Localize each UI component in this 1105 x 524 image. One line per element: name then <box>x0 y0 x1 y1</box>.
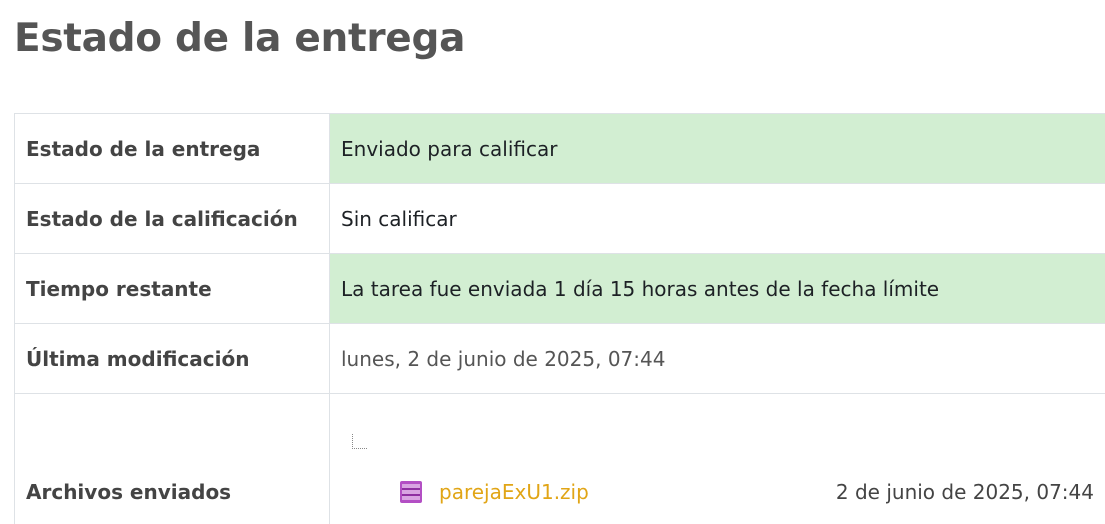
archive-zip-icon <box>399 480 423 504</box>
submission-status-label: Estado de la entrega <box>15 114 330 184</box>
submitted-files-label: Archivos enviados <box>15 394 330 524</box>
table-row-submitted-files: Archivos enviados parejaExU <box>15 394 1105 524</box>
file-date: 2 de junio de 2025, 07:44 <box>836 480 1094 504</box>
grading-status-label: Estado de la calificación <box>15 184 330 254</box>
submission-status-table: Estado de la entrega Enviado para califi… <box>14 113 1105 524</box>
submission-status-value: Enviado para calificar <box>330 114 1105 184</box>
file-link[interactable]: parejaExU1.zip <box>439 480 589 504</box>
table-row-submission-status: Estado de la entrega Enviado para califi… <box>15 114 1105 184</box>
time-remaining-value: La tarea fue enviada 1 día 15 horas ante… <box>330 254 1105 324</box>
tree-connector <box>352 434 367 449</box>
table-row-last-modified: Última modificación lunes, 2 de junio de… <box>15 324 1105 394</box>
time-remaining-label: Tiempo restante <box>15 254 330 324</box>
file-entry: parejaExU1.zip 2 de junio de 2025, 07:44 <box>341 480 1094 504</box>
last-modified-label: Última modificación <box>15 324 330 394</box>
table-row-grading-status: Estado de la calificación Sin calificar <box>15 184 1105 254</box>
page-title: Estado de la entrega <box>14 14 465 64</box>
grading-status-value: Sin calificar <box>330 184 1105 254</box>
table-row-time-remaining: Tiempo restante La tarea fue enviada 1 d… <box>15 254 1105 324</box>
submitted-files-cell: parejaExU1.zip 2 de junio de 2025, 07:44 <box>330 394 1105 524</box>
last-modified-value: lunes, 2 de junio de 2025, 07:44 <box>330 324 1105 394</box>
